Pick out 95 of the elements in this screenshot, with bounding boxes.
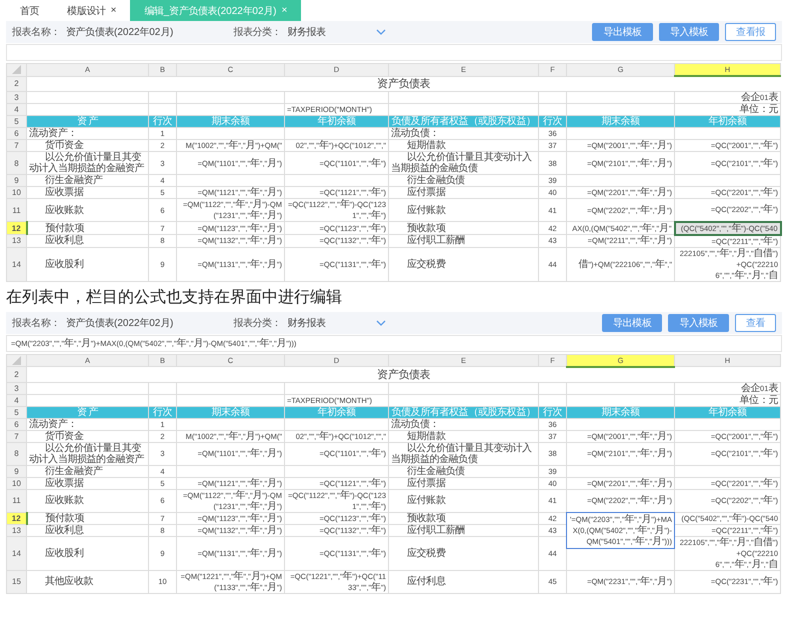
table-cell: 预收款项 [388, 512, 538, 524]
table-cell: 衍生金融资产 [26, 174, 148, 186]
table-cell: 货币资金 [26, 140, 148, 152]
table-cell: 预付款项 [26, 222, 148, 234]
row-header[interactable]: 15 [6, 570, 26, 593]
table-cell: 以公允价值计量且其变动计入当期损益的金融资产 [26, 152, 148, 174]
field-label: 报表分类： [233, 26, 282, 39]
table-cell: 短期借款 [388, 430, 538, 442]
table-cell: 预收款项 [388, 222, 538, 234]
table-cell: 衍生金融资产 [26, 465, 148, 477]
header-cell: 年初余额 [284, 406, 388, 418]
row-header[interactable]: 4 [6, 394, 26, 406]
row-header[interactable]: 9 [6, 174, 26, 186]
row-header[interactable]: 8 [6, 442, 26, 465]
table-title: 资产负债表 [26, 76, 780, 92]
table-cell: 单位：元 [674, 394, 780, 406]
table-cell: 衍生金融负债 [388, 174, 538, 186]
row-header[interactable]: 11 [6, 489, 26, 512]
table-cell: 短期借款 [388, 140, 538, 152]
table-cell: 应收票据 [26, 477, 148, 489]
header-cell: 期末余额 [176, 406, 284, 418]
table-cell: 应收票据 [26, 186, 148, 198]
row-header[interactable]: 6 [6, 128, 26, 140]
row-header[interactable]: 6 [6, 418, 26, 430]
header-cell: 资 产 [26, 406, 148, 418]
report-name: 资产负债表(2022年02月) [66, 26, 174, 39]
row-header[interactable]: 11 [6, 198, 26, 222]
table-cell: 以公允价值计量且其变动计入当期损益的金融负债 [388, 152, 538, 174]
formula-bar[interactable] [6, 44, 782, 61]
row-header[interactable]: 12 [6, 222, 26, 234]
table-cell: 应收账款 [26, 198, 148, 222]
table-cell: 应付利息 [388, 570, 538, 593]
row-header[interactable]: 14 [6, 536, 26, 570]
row-header[interactable]: 5 [6, 116, 26, 128]
table-cell: 货币资金 [26, 430, 148, 442]
table-cell: 流动负债： [388, 418, 538, 430]
table-cell: 预付款项 [26, 512, 148, 524]
field-label: 报表名称： [12, 316, 60, 330]
caret-icon[interactable] [376, 320, 386, 326]
table-cell: 应收利息 [26, 524, 148, 536]
report-category: 财务报表 [287, 26, 326, 39]
row-header[interactable]: 14 [6, 247, 26, 281]
table-cell: 应付票据 [388, 186, 538, 198]
row-header[interactable]: 10 [6, 477, 26, 489]
table-cell: 应收股利 [26, 536, 148, 570]
table-cell: 应付账款 [388, 198, 538, 222]
header-cell: 年初余额 [674, 406, 780, 418]
row-header[interactable]: 4 [6, 104, 26, 116]
row-header[interactable]: 3 [6, 382, 26, 394]
report-category: 财务报表 [287, 316, 326, 330]
header-cell: 期末余额 [566, 116, 674, 128]
row-header[interactable]: 5 [6, 406, 26, 418]
table-cell: 应付账款 [388, 489, 538, 512]
table-cell: 应付职工薪酬 [388, 234, 538, 247]
table-cell: 应交税费 [388, 247, 538, 281]
row-header[interactable]: 7 [6, 140, 26, 152]
row-header[interactable]: 2 [6, 76, 26, 92]
row-header[interactable]: 8 [6, 152, 26, 174]
header-cell: 期末余额 [566, 406, 674, 418]
row-header[interactable]: 13 [6, 524, 26, 536]
field-label: 报表名称： [12, 26, 60, 39]
table-cell: 流动负债： [388, 128, 538, 140]
table-cell: 应付票据 [388, 477, 538, 489]
header-cell: 负债及所有者权益（或股东权益） [388, 116, 538, 128]
header-cell: 负债及所有者权益（或股东权益） [388, 406, 538, 418]
field-label: 报表分类： [233, 316, 282, 330]
caption-text: 在列表中，栏目的公式也支持在界面中进行编辑 [6, 286, 343, 308]
table-cell: 应收股利 [26, 247, 148, 281]
header-cell: 期末余额 [176, 116, 284, 128]
table-cell: 衍生金融负债 [388, 465, 538, 477]
table-cell: 流动资产： [26, 128, 148, 140]
caret-icon[interactable] [376, 29, 386, 35]
table-cell: 以公允价值计量且其变动计入当期损益的金融负债 [388, 442, 538, 465]
table-cell: 应收账款 [26, 489, 148, 512]
corner-triangle-icon[interactable] [12, 65, 21, 74]
row-header[interactable]: 2 [6, 366, 26, 382]
header-cell: 年初余额 [674, 116, 780, 128]
row-header[interactable]: 12 [6, 512, 26, 524]
row-header[interactable]: 7 [6, 430, 26, 442]
table-cell: 应交税费 [388, 536, 538, 570]
table-cell: 以公允价值计量且其变动计入当期损益的金融资产 [26, 442, 148, 465]
table-cell: 其他应收款 [26, 570, 148, 593]
row-header[interactable]: 3 [6, 92, 26, 104]
table-cell: 流动资产： [26, 418, 148, 430]
close-button[interactable]: × [110, 5, 116, 16]
corner-triangle-icon[interactable] [12, 356, 21, 365]
table-title: 资产负债表 [26, 366, 780, 382]
table-cell: 应收利息 [26, 234, 148, 247]
table-cell: 应付职工薪酬 [388, 524, 538, 536]
row-header[interactable]: 9 [6, 465, 26, 477]
row-header[interactable]: 13 [6, 234, 26, 247]
header-cell: 年初余额 [284, 116, 388, 128]
header-cell: 资 产 [26, 116, 148, 128]
row-header[interactable]: 10 [6, 186, 26, 198]
report-name: 资产负债表(2022年02月) [66, 316, 174, 330]
